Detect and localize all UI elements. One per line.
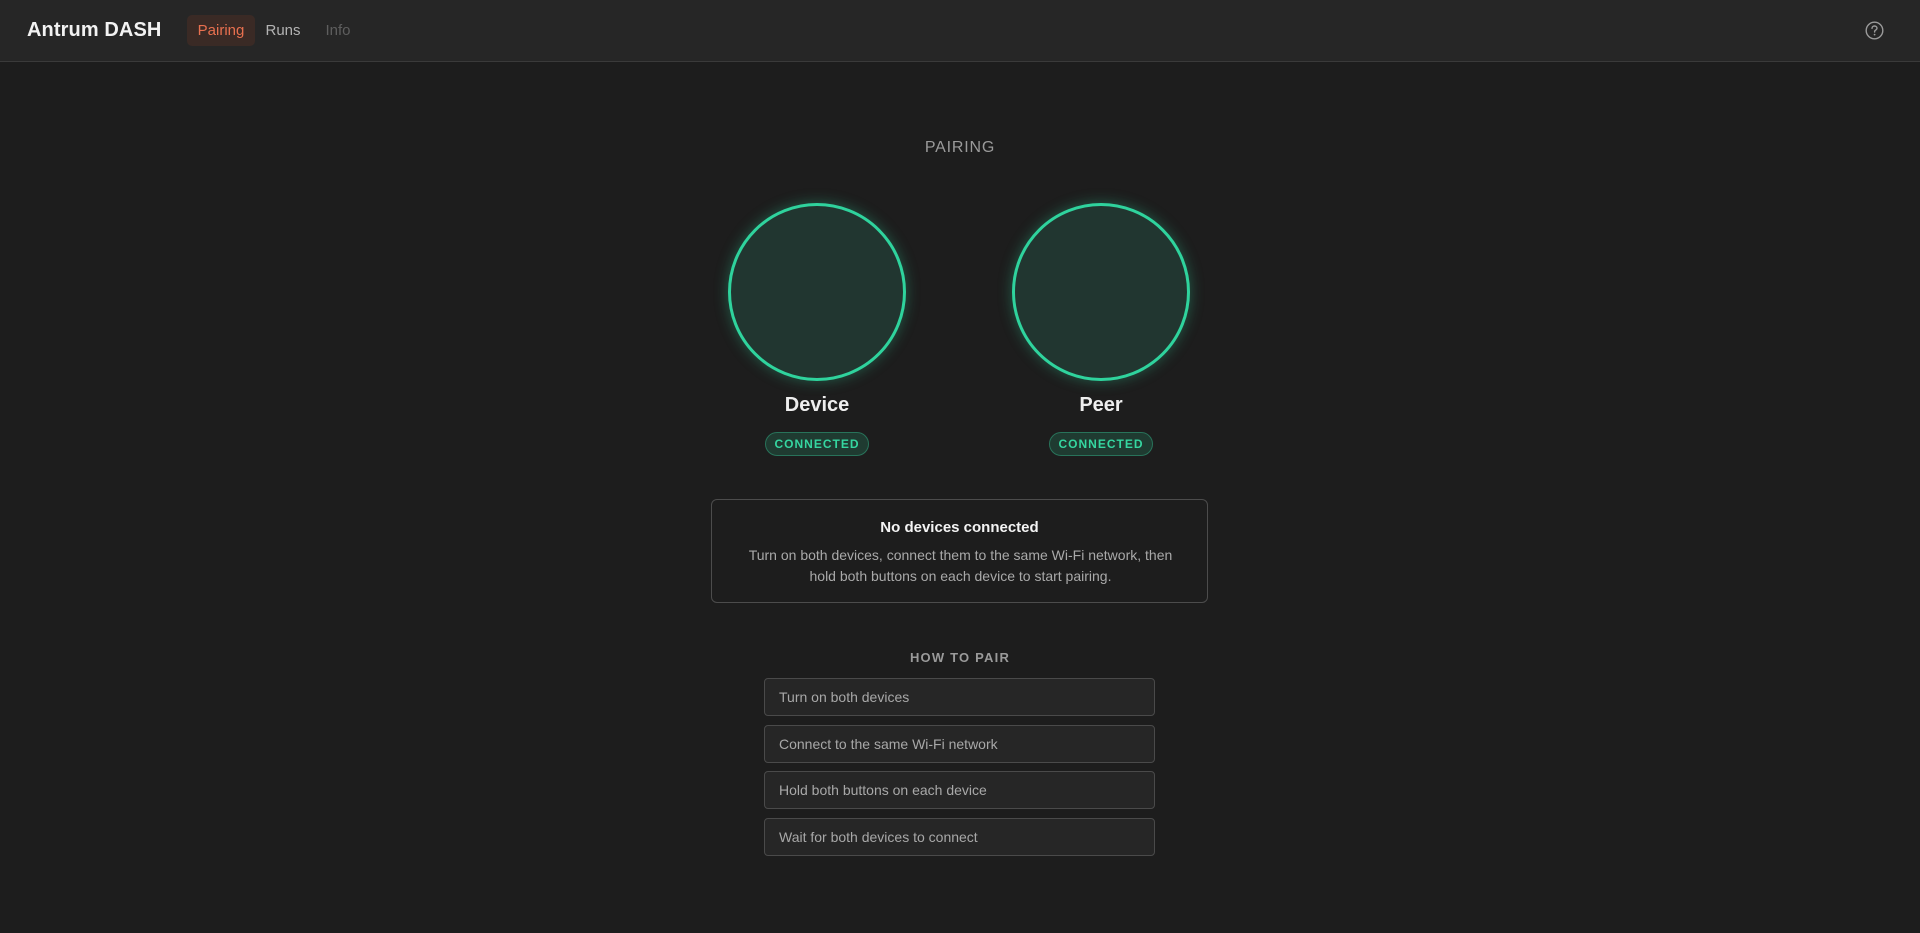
device-status-badge: CONNECTED	[765, 432, 869, 456]
device-status-ring	[728, 203, 906, 381]
tab-runs[interactable]: Runs	[255, 15, 311, 46]
peer-status-ring	[1012, 203, 1190, 381]
top-bar: Antrum DASH Pairing Runs Info	[0, 0, 1920, 62]
tab-pairing[interactable]: Pairing	[187, 15, 255, 46]
notice-title: No devices connected	[880, 519, 1039, 536]
device-label: Device	[784, 394, 850, 416]
help-circle-icon[interactable]	[1865, 21, 1884, 40]
tab-info: Info	[325, 22, 351, 39]
how-to-pair-title: HOW TO PAIR	[909, 650, 1011, 665]
app-title: Antrum DASH	[27, 19, 162, 41]
pairing-step: Hold both buttons on each device	[764, 771, 1155, 809]
notice-body: Turn on both devices, connect them to th…	[748, 547, 1173, 584]
status-notice: No devices connected Turn on both device…	[711, 499, 1208, 603]
peer-label: Peer	[1079, 394, 1123, 416]
pairing-step: Turn on both devices	[764, 678, 1155, 716]
pairing-title: PAIRING	[924, 139, 996, 156]
pairing-step: Wait for both devices to connect	[764, 818, 1155, 856]
peer-status-badge: CONNECTED	[1049, 432, 1153, 456]
pairing-step: Connect to the same Wi-Fi network	[764, 725, 1155, 763]
